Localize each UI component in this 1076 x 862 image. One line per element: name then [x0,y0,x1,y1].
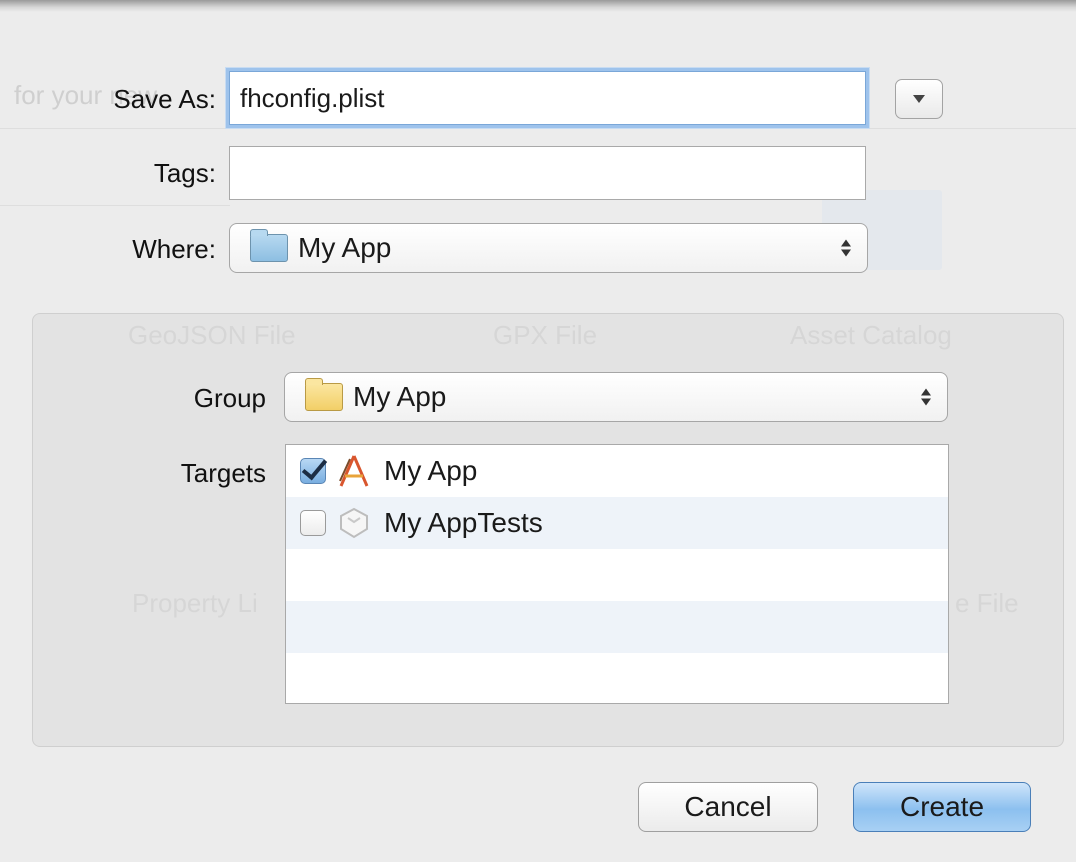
target-checkbox[interactable] [300,458,326,484]
cancel-button[interactable]: Cancel [638,782,818,832]
expand-dialog-button[interactable] [895,79,943,119]
updown-arrows-icon [841,239,851,257]
target-checkbox[interactable] [300,510,326,536]
folder-icon [305,378,343,411]
updown-arrows-icon [921,388,931,406]
targets-label: Targets [180,458,266,488]
app-target-icon [339,455,369,487]
targets-list[interactable]: My App My AppTests [285,444,949,704]
chevron-down-icon [913,95,925,103]
where-label: Where: [132,234,216,264]
where-popup[interactable]: My App [229,223,868,273]
target-row-my-app[interactable]: My App [286,445,948,497]
where-value: My App [298,232,392,263]
tags-field[interactable] [229,146,866,200]
target-row-my-apptests[interactable]: My AppTests [286,497,948,549]
target-label: My App [384,455,478,486]
create-button[interactable]: Create [853,782,1031,832]
save-as-value: fhconfig.plist [240,82,385,113]
test-bundle-icon [340,507,368,539]
group-label: Group [193,383,266,413]
target-label: My AppTests [384,507,543,538]
folder-icon [250,229,288,262]
empty-row [286,601,948,653]
empty-row [286,549,948,601]
group-value: My App [353,381,447,412]
group-popup[interactable]: My App [284,372,948,422]
save-as-label: Save As: [113,84,216,114]
bg-divider [0,128,1076,129]
save-as-field[interactable]: fhconfig.plist [229,71,866,125]
bg-divider [0,205,230,206]
sheet-top-shadow [0,0,1076,12]
tags-label: Tags: [153,158,216,188]
empty-row [286,653,948,703]
